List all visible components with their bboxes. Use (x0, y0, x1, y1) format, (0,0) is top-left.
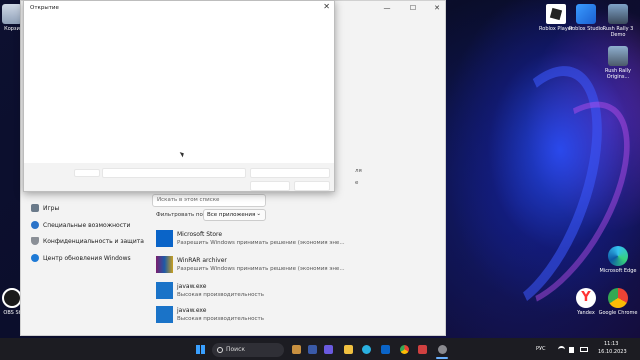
search-icon (217, 347, 223, 353)
battery-icon[interactable] (580, 347, 588, 352)
chrome-icon (608, 288, 628, 308)
file-name-input[interactable] (102, 168, 246, 178)
yandex-icon: Y (576, 288, 596, 308)
file-type-dropdown[interactable] (250, 168, 330, 178)
app-search-input[interactable]: Искать в этом списке (152, 194, 266, 207)
active-app-indicator (436, 357, 448, 359)
app-row-winrar[interactable]: WinRAR archiver Разрешить Windows приним… (156, 254, 345, 276)
accessibility-icon (31, 221, 39, 229)
games-icon (31, 204, 39, 212)
sidebar-item-accessibility[interactable]: Специальные возможности (31, 218, 130, 232)
partial-text: е (355, 180, 359, 186)
maximize-button[interactable]: ☐ (401, 1, 425, 15)
taskbar-app-edge-icon[interactable] (362, 345, 371, 354)
clock-date[interactable]: 16.10.2023 (598, 349, 627, 355)
roblox-player-icon (546, 4, 566, 24)
taskbar-app-widgets-icon[interactable] (292, 345, 301, 354)
obs-studio-icon (2, 288, 22, 308)
language-indicator[interactable]: РУС (536, 346, 546, 352)
taskbar-app-chrome-icon[interactable] (400, 345, 409, 354)
desktop-icon-google-chrome[interactable]: Google Chrome (596, 288, 640, 316)
winrar-icon (156, 256, 173, 273)
app-row-microsoft-store[interactable]: Microsoft Store Разрешить Windows приним… (156, 228, 345, 250)
filter-value: Все приложения (207, 212, 256, 218)
minimize-button[interactable]: — (375, 1, 399, 15)
javaw-icon (156, 282, 173, 299)
update-icon (31, 254, 39, 262)
start-button[interactable] (196, 345, 205, 354)
desktop-icon-microsoft-edge[interactable]: Microsoft Edge (596, 246, 640, 274)
taskbar-app-game-icon[interactable] (418, 345, 427, 354)
javaw-icon (156, 306, 173, 323)
rush-rally-origins-icon (608, 46, 628, 66)
recycle-bin-icon (2, 4, 22, 24)
taskbar-app-task-view-icon[interactable] (308, 345, 317, 354)
open-file-dialog: Открытие ✕ (23, 0, 335, 192)
cancel-button[interactable] (294, 181, 330, 191)
taskbar-app-store-icon[interactable] (381, 345, 390, 354)
shield-icon (31, 237, 39, 245)
edge-icon (608, 246, 628, 266)
app-row-javaw-2[interactable]: javaw.exe Высокая производительность (156, 304, 340, 326)
taskbar-app-teams-icon[interactable] (324, 345, 333, 354)
dialog-footer (24, 163, 334, 191)
filter-label: Фильтровать по: (156, 212, 205, 218)
open-button[interactable] (250, 181, 290, 191)
volume-icon[interactable] (569, 347, 574, 353)
taskbar-search[interactable]: Поиск (212, 343, 284, 357)
wifi-icon[interactable] (558, 346, 565, 353)
chevron-down-icon: ⌄ (256, 211, 261, 217)
clock-time[interactable]: 11:13 (604, 341, 618, 347)
taskbar-app-explorer-icon[interactable] (344, 345, 353, 354)
desktop-icon-rush-rally-origins[interactable]: Rush Rally Origins... (596, 46, 640, 80)
taskbar-app-settings-icon[interactable] (438, 345, 447, 354)
desktop-icon-rush-rally-3[interactable]: Rush Rally 3 Demo (596, 4, 640, 38)
dialog-close-button[interactable]: ✕ (323, 2, 330, 11)
filter-dropdown[interactable]: Все приложения ⌄ (203, 209, 266, 221)
cursor-icon (179, 150, 186, 158)
partial-text: ля (355, 168, 362, 174)
rush-rally-3-icon (608, 4, 628, 24)
app-row-javaw-1[interactable]: javaw.exe Высокая производительность (156, 280, 340, 302)
close-button[interactable]: ✕ (425, 1, 449, 15)
roblox-studio-icon (576, 4, 596, 24)
sidebar-item-privacy[interactable]: Конфиденциальность и защита (31, 234, 144, 248)
microsoft-store-icon (156, 230, 173, 247)
sidebar-item-windows-update[interactable]: Центр обновления Windows (31, 251, 131, 265)
sidebar-item-games[interactable]: Игры (31, 201, 59, 215)
dialog-title: Открытие (30, 5, 59, 11)
file-type-label (74, 169, 100, 177)
